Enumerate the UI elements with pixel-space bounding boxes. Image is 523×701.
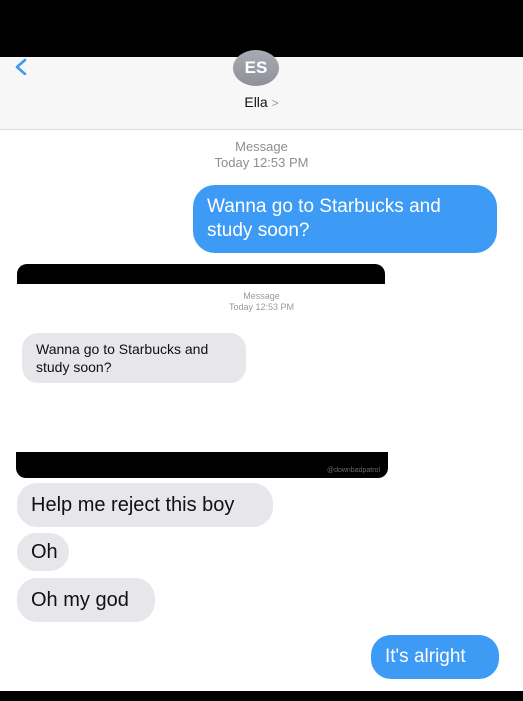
- redaction-bar: @downbadpatrol: [16, 452, 388, 478]
- sent-message-bubble[interactable]: It's alright: [371, 635, 499, 679]
- embedded-received-bubble: Wanna go to Starbucks and study soon?: [22, 333, 246, 383]
- bottom-bar-redacted: [0, 691, 523, 701]
- received-message-text: Oh: [31, 540, 58, 563]
- sent-message-bubble[interactable]: Wanna go to Starbucks and study soon?: [193, 185, 497, 253]
- contact-name: Ella: [244, 94, 268, 110]
- sent-message-text: Wanna go to Starbucks and study soon?: [207, 196, 441, 241]
- received-message-text: Help me reject this boy: [31, 493, 235, 516]
- embedded-message-time: Today 12:53 PM: [228, 301, 295, 312]
- redaction-bar: [17, 264, 385, 284]
- message-label: Message: [235, 139, 288, 154]
- embedded-timestamp: Message Today 12:53 PM: [0, 291, 523, 313]
- received-message-text: Oh my god: [31, 588, 129, 611]
- status-bar-redacted: [0, 0, 523, 57]
- chevron-right-icon: >: [271, 96, 279, 110]
- received-message-bubble[interactable]: Help me reject this boy: [17, 483, 273, 527]
- contact-name-button[interactable]: Ella >: [0, 94, 523, 110]
- message-time: Today 12:53 PM: [214, 154, 309, 170]
- sent-message-text: It's alright: [385, 646, 466, 667]
- chevron-left-icon[interactable]: [12, 57, 30, 75]
- received-message-bubble[interactable]: Oh my god: [17, 578, 155, 622]
- watermark: @downbadpatrol: [326, 467, 380, 474]
- received-message-bubble[interactable]: Oh: [17, 533, 69, 571]
- avatar-initials: ES: [244, 58, 268, 77]
- embedded-bubble-text: Wanna go to Starbucks and study soon?: [36, 341, 209, 375]
- contact-avatar[interactable]: ES: [233, 50, 279, 86]
- message-thread-screen: ES Ella > Message Today 12:53 PM Wanna g…: [0, 0, 523, 701]
- embedded-message-label: Message: [243, 291, 280, 301]
- message-timestamp: Message Today 12:53 PM: [0, 139, 523, 170]
